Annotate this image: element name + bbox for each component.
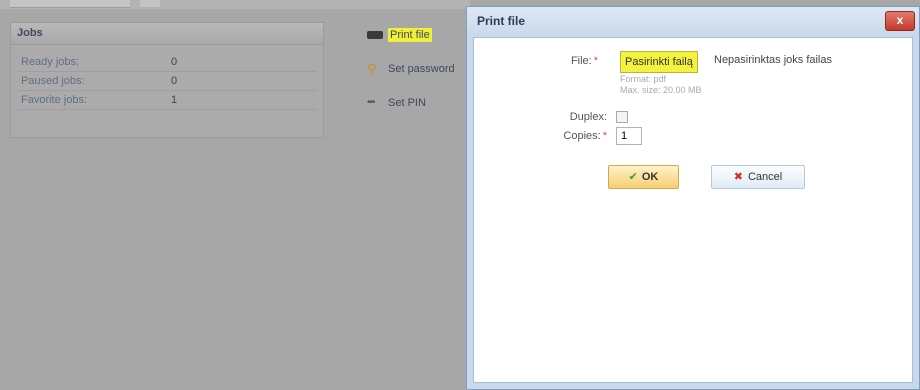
dialog-title: Print file (477, 14, 526, 28)
job-row-paused: Paused jobs: 0 (17, 72, 317, 91)
format-hint: Format: pdf (620, 74, 667, 84)
set-pin-action[interactable]: ••• Set PIN (366, 94, 455, 112)
copies-label: Copies: (563, 130, 601, 142)
file-label-wrap: File: * (518, 55, 598, 67)
copies-label-wrap: Copies: * (527, 130, 607, 142)
top-strip (0, 0, 470, 9)
set-password-action[interactable]: ⚲ Set password (366, 60, 455, 78)
set-password-label: Set password (388, 63, 455, 75)
cancel-label: Cancel (747, 171, 783, 183)
printer-icon (367, 31, 383, 39)
top-tab[interactable] (10, 0, 130, 8)
required-mark: * (602, 130, 607, 142)
job-row-value: 1 (171, 94, 178, 106)
pin-icon: ••• (367, 97, 376, 108)
jobs-panel-title: Jobs (11, 23, 323, 45)
check-icon: ✔ (628, 171, 638, 183)
close-x-icon: ✖ (733, 171, 743, 183)
print-file-label: Print file (388, 28, 432, 42)
print-file-dialog: Print file x File: * Pasirinkti failą Nep… (466, 6, 920, 390)
required-mark: * (593, 55, 598, 67)
job-row-label: Paused jobs: (21, 75, 85, 87)
copies-input[interactable] (616, 127, 642, 145)
print-file-action[interactable]: Print file (366, 26, 455, 44)
top-tab-secondary[interactable] (140, 0, 160, 7)
set-pin-label: Set PIN (388, 97, 426, 109)
close-button[interactable]: x (885, 11, 915, 31)
job-row-ready: Ready jobs: 0 (17, 53, 317, 72)
choose-file-button[interactable]: Pasirinkti failą (620, 51, 698, 73)
action-list: Print file ⚲ Set password ••• Set PIN (366, 26, 455, 128)
ok-button[interactable]: ✔ OK (608, 165, 679, 189)
dialog-titlebar[interactable]: Print file x (467, 7, 919, 35)
cancel-button[interactable]: ✖ Cancel (711, 165, 805, 189)
job-row-label: Favorite jobs: (21, 94, 88, 106)
jobs-list: Ready jobs: 0 Paused jobs: 0 Favorite jo… (11, 45, 323, 118)
dialog-body: File: * Pasirinkti failą Nepasirinktas jo… (473, 37, 913, 383)
key-icon: ⚲ (367, 61, 377, 76)
max-size-hint: Max. size: 20.00 MB (620, 85, 702, 95)
job-row-favorite: Favorite jobs: 1 (17, 91, 317, 110)
jobs-panel: Jobs Ready jobs: 0 Paused jobs: 0 Favori… (10, 22, 324, 138)
ok-label: OK (641, 171, 659, 183)
file-label: File: (570, 55, 592, 67)
duplex-label: Duplex: (569, 111, 607, 123)
duplex-checkbox[interactable] (616, 111, 628, 123)
job-row-label: Ready jobs: (21, 56, 80, 68)
no-file-chosen-text: Nepasirinktas joks failas (714, 54, 832, 66)
job-row-value: 0 (171, 56, 178, 68)
job-row-value: 0 (171, 75, 178, 87)
